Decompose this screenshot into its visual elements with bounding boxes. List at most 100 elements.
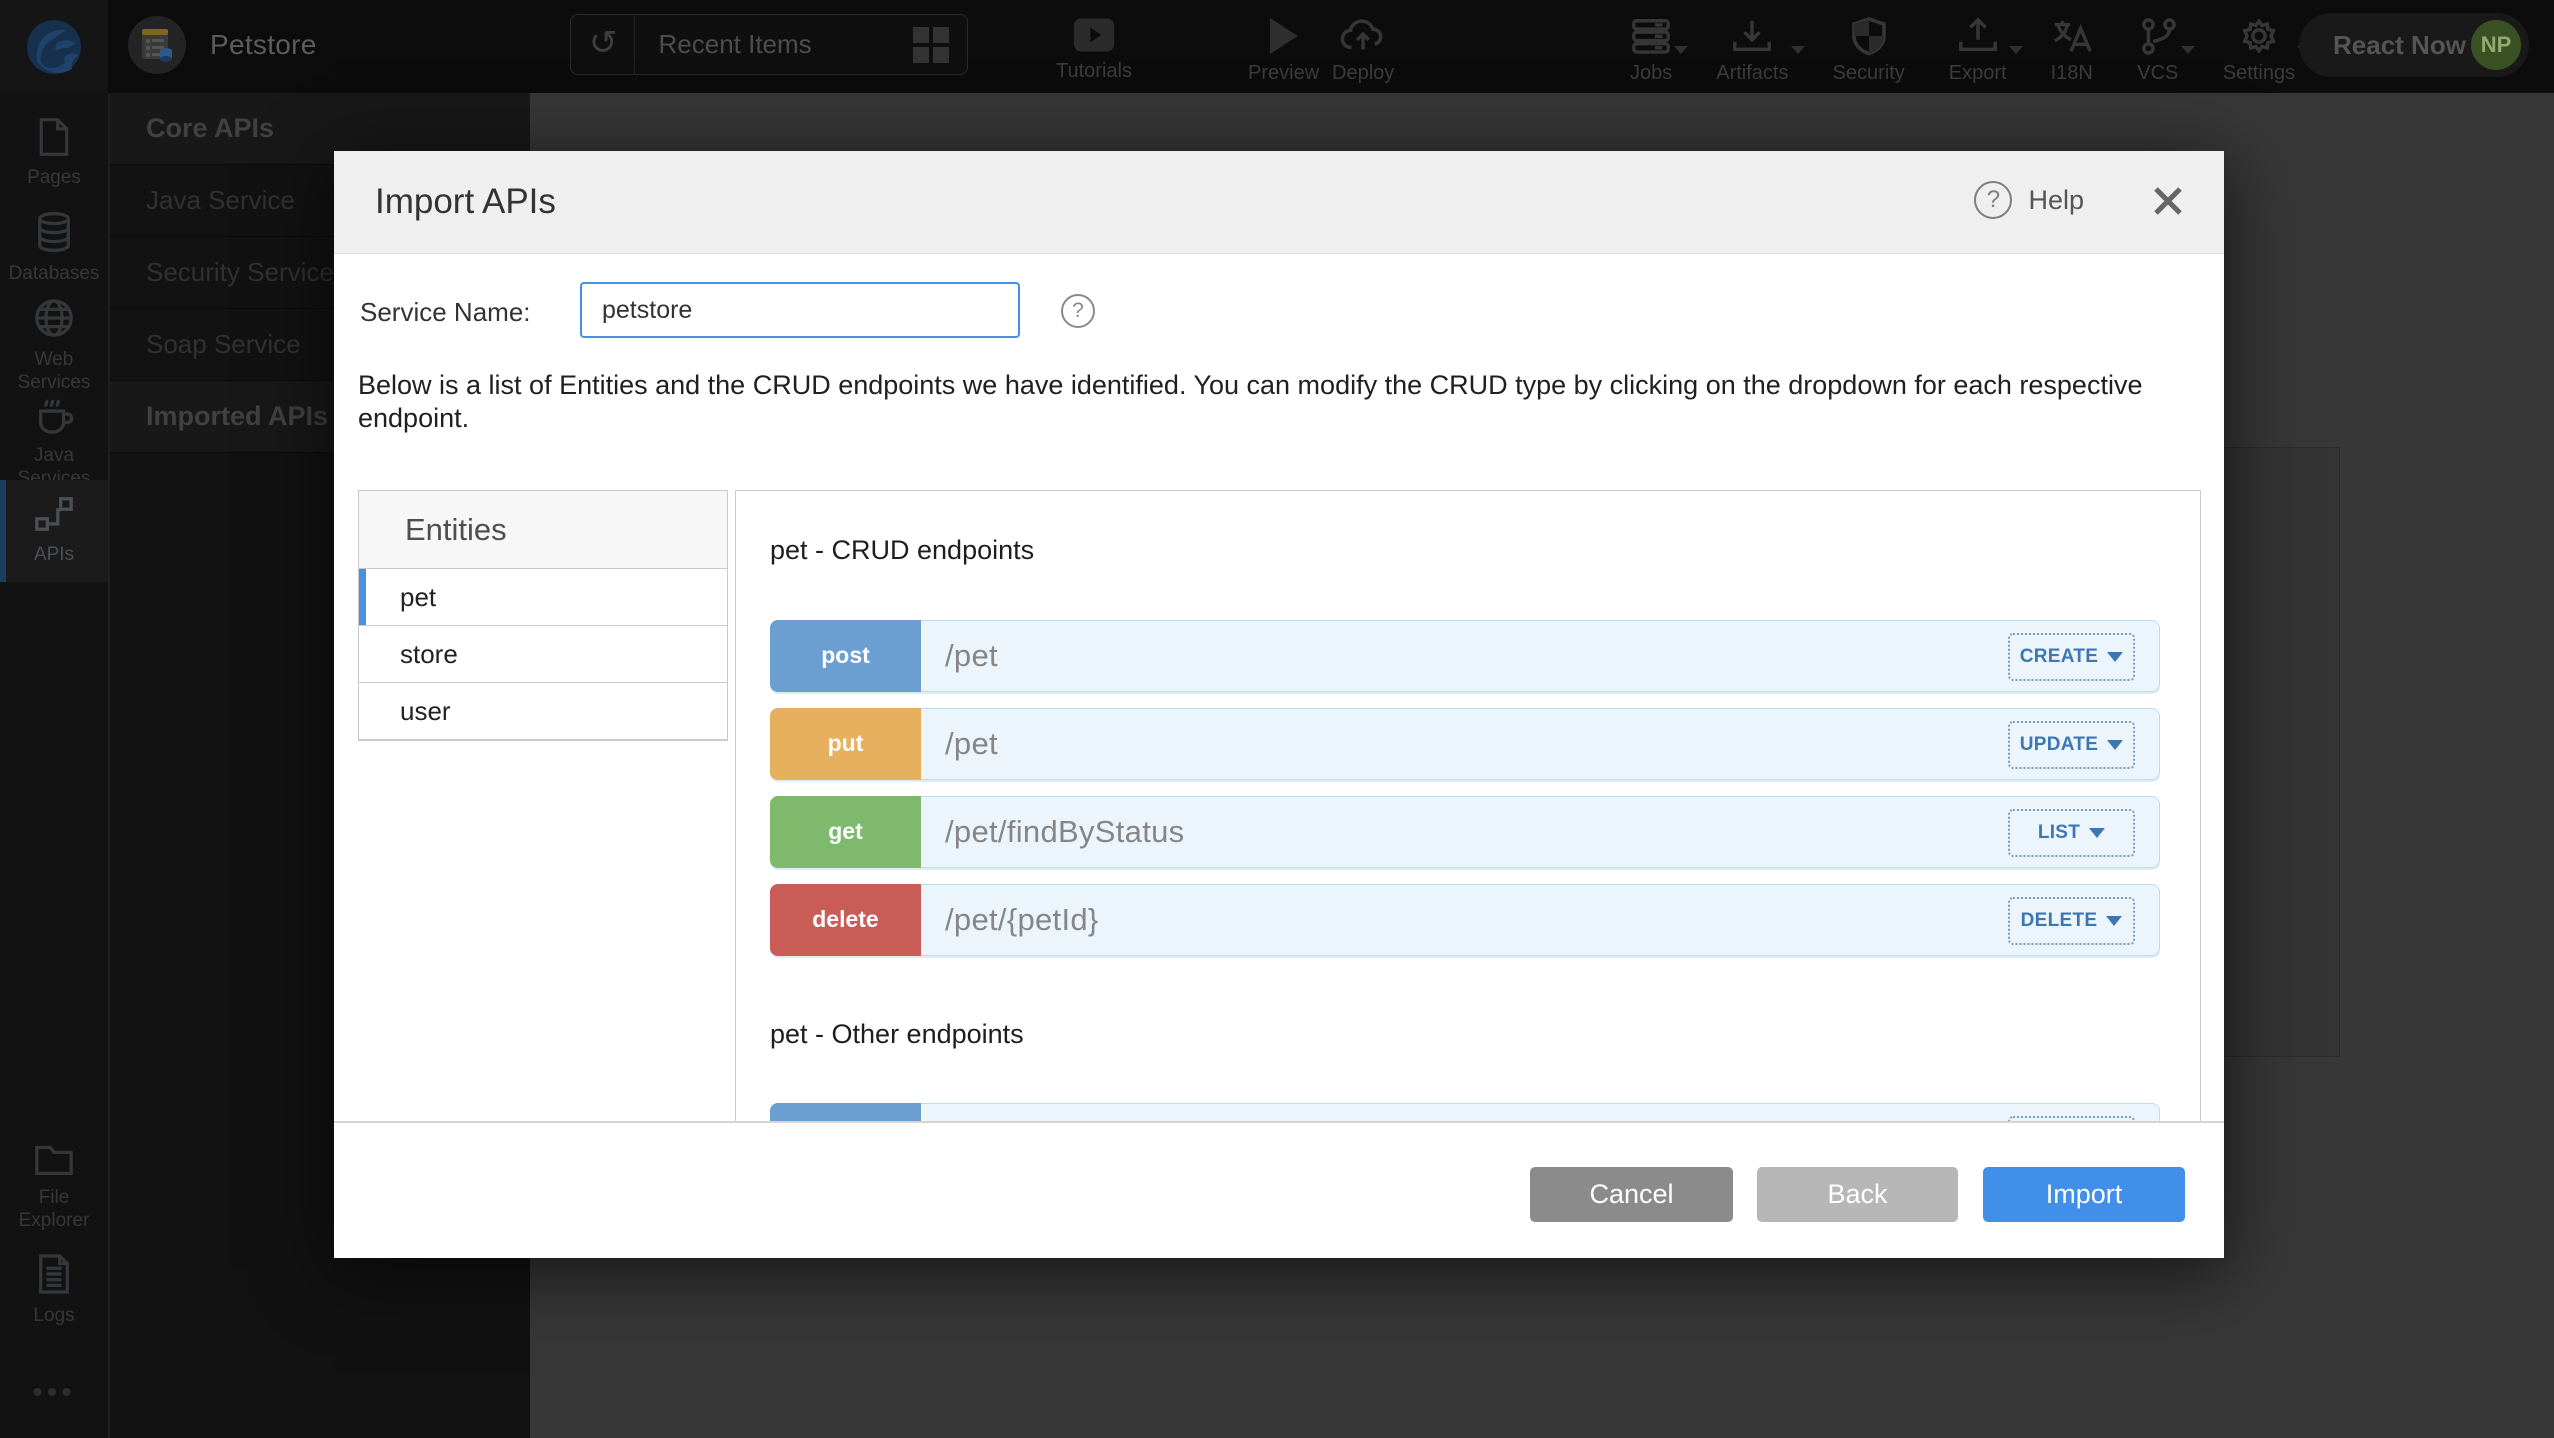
security-button[interactable]: Security (1833, 16, 1905, 85)
chevron-down-icon (2009, 46, 2023, 54)
deploy-button[interactable]: Deploy (1332, 16, 1394, 85)
project-thumbnail-icon (140, 27, 174, 63)
crud-type-dropdown[interactable]: CREATE (2008, 633, 2135, 681)
endpoints-panel: pet - CRUD endpoints post /pet CREATE pu… (735, 490, 2201, 1121)
wavemaker-logo[interactable] (0, 0, 108, 93)
jobs-label: Jobs (1630, 62, 1672, 85)
vcs-icon (2137, 16, 2179, 56)
crud-type-value: DELETE (2021, 910, 2098, 932)
preview-button[interactable]: Preview (1248, 16, 1319, 85)
sidebar-item-web-services[interactable]: Web Services (0, 297, 108, 394)
service-name-help-icon[interactable]: ? (1061, 294, 1095, 328)
i18n-button[interactable]: I18N (2051, 16, 2093, 85)
tutorials-label: Tutorials (1056, 60, 1132, 83)
crud-type-value: CREATE (2020, 646, 2099, 668)
cancel-button[interactable]: Cancel (1530, 1167, 1733, 1222)
endpoint-path: /pet/findByStatus (945, 814, 1184, 850)
sidebar-item-apis[interactable]: APIs (0, 480, 108, 582)
other-endpoints-heading: pet - Other endpoints (770, 1019, 1024, 1050)
caret-down-icon (2106, 916, 2122, 926)
back-button[interactable]: Back (1757, 1167, 1958, 1222)
artifacts-label: Artifacts (1716, 62, 1788, 85)
artifacts-icon (1731, 16, 1773, 56)
help-icon: ? (1974, 181, 2012, 219)
pages-icon (34, 117, 74, 157)
close-icon (2150, 183, 2186, 219)
modal-description: Below is a list of Entities and the CRUD… (358, 369, 2203, 435)
crud-type-dropdown[interactable]: DELETE (2008, 897, 2135, 945)
user-avatar[interactable]: NP (2471, 20, 2521, 70)
service-name-label: Service Name: (360, 297, 531, 328)
i18n-label: I18N (2051, 62, 2093, 85)
preview-icon (1266, 16, 1302, 56)
databases-icon (34, 211, 74, 253)
apis-icon (33, 494, 75, 534)
tutorials-button[interactable]: Tutorials (1056, 16, 1132, 83)
jobs-icon (1630, 16, 1672, 56)
method-badge: post (770, 620, 921, 692)
caret-down-icon (2107, 740, 2123, 750)
endpoint-row-put-pet: put /pet UPDATE (770, 708, 2160, 780)
endpoint-path: /pet (945, 726, 998, 762)
recent-items-widget[interactable]: ↺ Recent Items (570, 14, 968, 75)
sidebar-item-label: APIs (0, 543, 108, 566)
entities-panel: Entities pet store user (358, 490, 728, 741)
settings-button[interactable]: Settings (2223, 16, 2295, 85)
modal-footer: Cancel Back Import (334, 1121, 2224, 1258)
topbar: Petstore ↺ Recent Items Tutorials Previe… (0, 0, 2554, 93)
entity-row-user[interactable]: user (359, 683, 727, 740)
endpoint-path: /pet/{petId} (945, 902, 1099, 938)
entities-header: Entities (359, 491, 727, 569)
crud-endpoints-heading: pet - CRUD endpoints (770, 535, 1034, 566)
react-now-label: React Now (2333, 30, 2466, 61)
recent-items-label: Recent Items (635, 29, 914, 60)
export-icon (1957, 16, 1999, 56)
wave-logo-icon (23, 16, 85, 78)
chevron-down-icon (2181, 46, 2195, 54)
tutorials-icon (1072, 16, 1116, 54)
import-apis-modal: Import APIs ? Help Service Name: ? Below… (334, 151, 2224, 1258)
java-services-icon (33, 395, 75, 435)
grid-view-icon[interactable] (913, 27, 949, 63)
crud-type-value: LIST (2038, 822, 2080, 844)
endpoint-path: /pet (945, 638, 998, 674)
vcs-button[interactable]: VCS (2137, 16, 2179, 85)
help-button[interactable]: ? Help (1974, 181, 2084, 219)
artifacts-button[interactable]: Artifacts (1716, 16, 1788, 85)
export-button[interactable]: Export (1949, 16, 2007, 85)
project-home[interactable]: Petstore (128, 16, 317, 74)
main-sidebar: Pages Databases Web Services Java Servic… (0, 93, 108, 1438)
sidebar-item-logs[interactable]: Logs (0, 1253, 108, 1327)
crud-type-dropdown[interactable]: LIST (2008, 809, 2135, 857)
sidebar-item-databases[interactable]: Databases (0, 211, 108, 285)
preview-label: Preview (1248, 62, 1319, 85)
crud-type-dropdown[interactable]: UPDATE (2008, 721, 2135, 769)
service-name-input[interactable] (580, 282, 1020, 338)
jobs-button[interactable]: Jobs (1630, 16, 1672, 85)
sidebar-item-file-explorer[interactable]: File Explorer (0, 1141, 108, 1232)
deploy-label: Deploy (1332, 62, 1394, 85)
sidebar-item-label: Pages (0, 166, 108, 189)
sidebar-item-label: Logs (0, 1304, 108, 1327)
sidebar-overflow-menu[interactable]: ••• (0, 1376, 108, 1410)
import-button[interactable]: Import (1983, 1167, 2185, 1222)
entity-row-pet[interactable]: pet (359, 569, 727, 626)
react-now-button[interactable]: React Now NP (2299, 13, 2529, 77)
sidebar-item-java-services[interactable]: Java Services (0, 395, 108, 490)
close-button[interactable] (2150, 183, 2186, 219)
caret-down-icon (2089, 828, 2105, 838)
endpoint-row-get-findbystatus: get /pet/findByStatus LIST (770, 796, 2160, 868)
endpoint-row-post-pet: post /pet CREATE (770, 620, 2160, 692)
vcs-label: VCS (2137, 62, 2178, 85)
project-icon (128, 16, 186, 74)
caret-down-icon (2107, 652, 2123, 662)
method-badge: get (770, 796, 921, 868)
file-explorer-icon (33, 1141, 75, 1177)
deploy-icon (1340, 16, 1386, 56)
method-badge: put (770, 708, 921, 780)
sidebar-item-pages[interactable]: Pages (0, 117, 108, 189)
export-label: Export (1949, 62, 2007, 85)
chevron-down-icon (1791, 46, 1805, 54)
entity-row-store[interactable]: store (359, 626, 727, 683)
sidebar-item-label: File Explorer (6, 1186, 102, 1232)
